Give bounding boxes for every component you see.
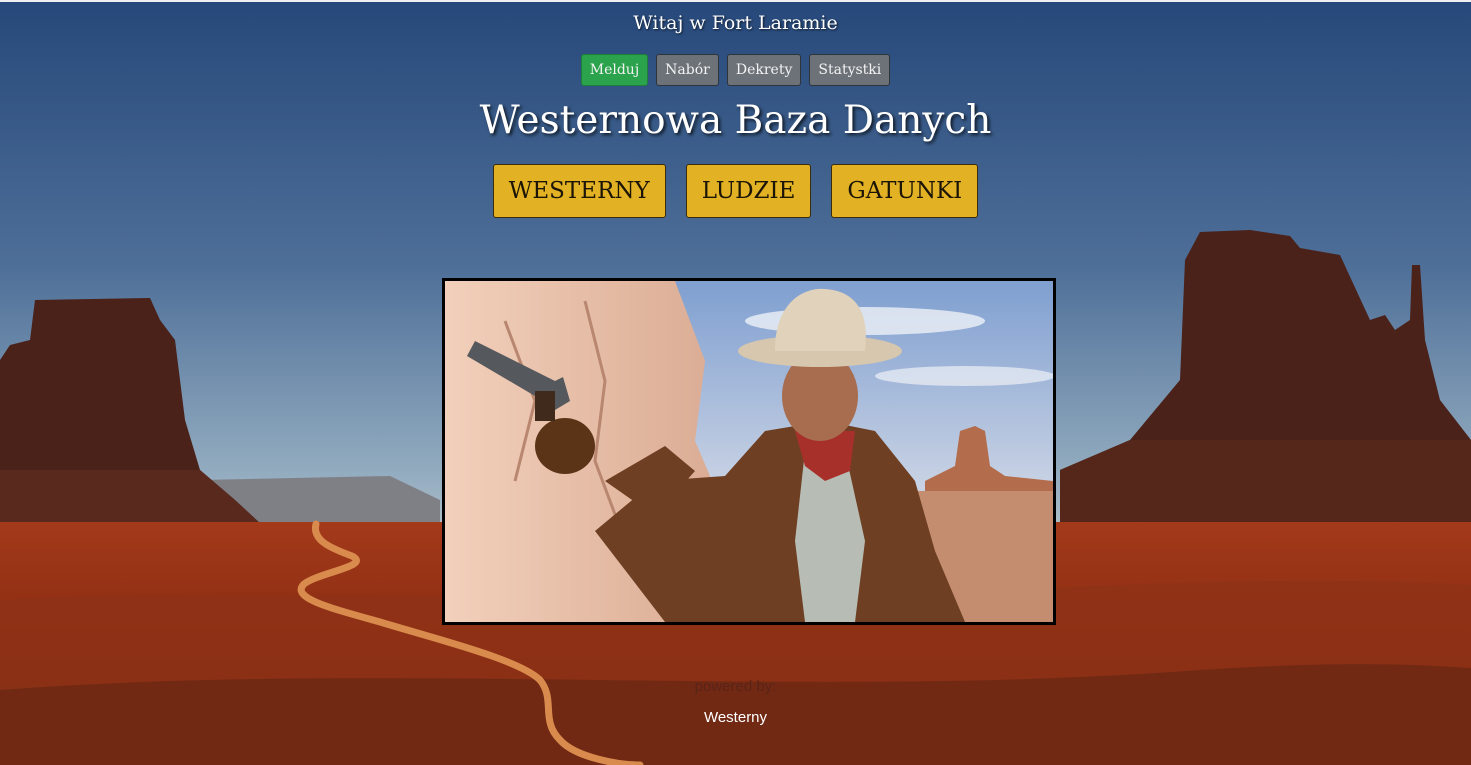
welcome-text: Witaj w Fort Laramie — [633, 12, 838, 34]
top-navigation: Melduj Nabór Dekrety Statystki — [0, 54, 1471, 86]
nav-melduj-button[interactable]: Melduj — [580, 54, 649, 86]
nav-dekrety-button[interactable]: Dekrety — [726, 54, 802, 86]
category-navigation: WESTERNY LUDZIE GATUNKI — [0, 164, 1471, 218]
footer-westerny-link[interactable]: Westerny — [704, 709, 767, 726]
gatunki-category-button[interactable]: GATUNKI — [831, 164, 979, 218]
page-title: Westernowa Baza Danych — [479, 98, 992, 143]
hero-image — [442, 278, 1056, 625]
nav-nabor-button[interactable]: Nabór — [656, 54, 719, 86]
westerny-category-button[interactable]: WESTERNY — [492, 164, 666, 218]
cowboy-with-revolver-image — [445, 281, 1053, 622]
ludzie-category-button[interactable]: LUDZIE — [685, 164, 812, 218]
powered-by-label: powered by: — [694, 678, 777, 695]
footer-westerny-link-wrapper: Westerny — [0, 709, 1471, 726]
top-border-line — [0, 0, 1471, 2]
nav-statystki-button[interactable]: Statystki — [809, 54, 891, 86]
